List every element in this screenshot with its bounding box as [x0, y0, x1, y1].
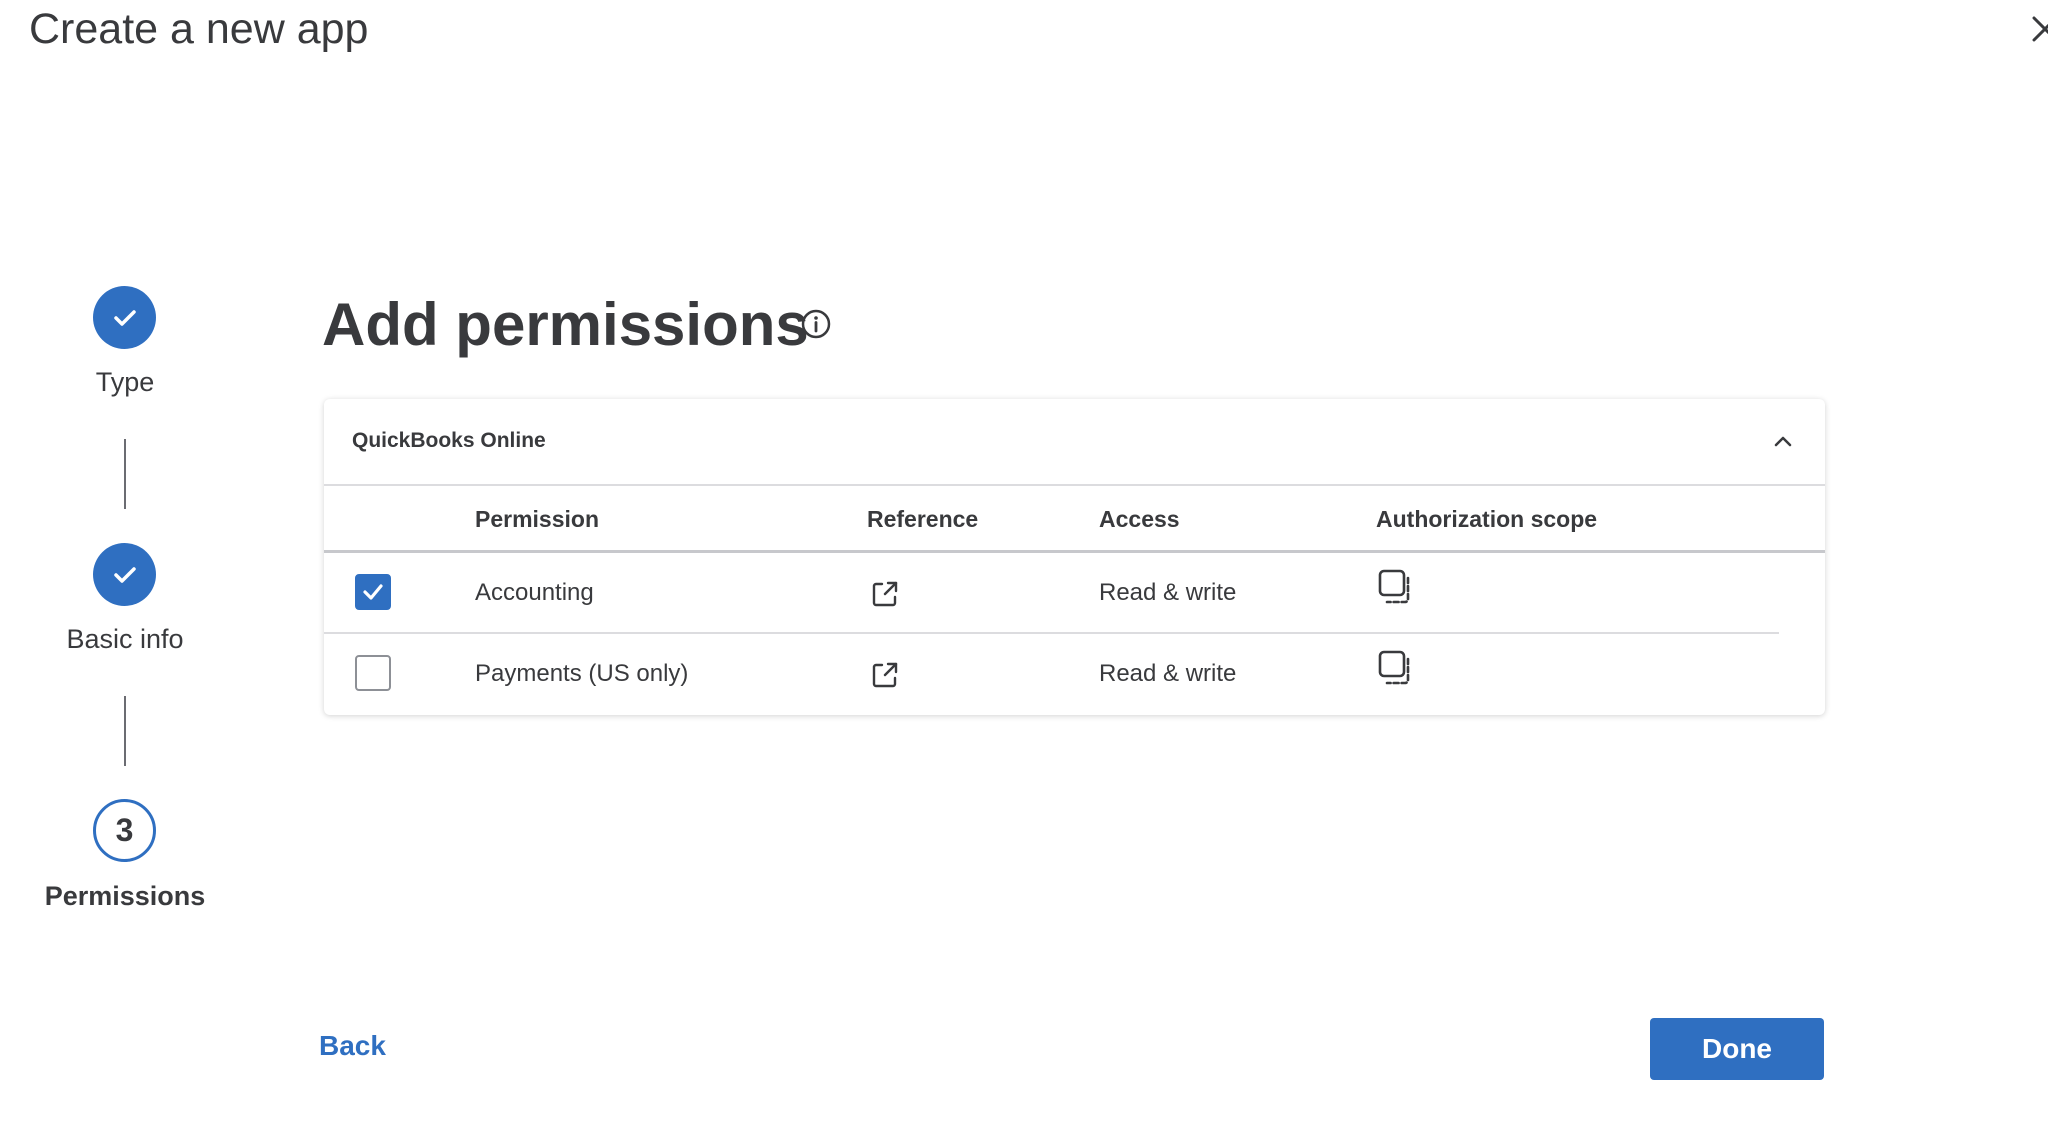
header-divider	[324, 550, 1825, 553]
permission-name: Accounting	[475, 579, 594, 606]
chevron-up-icon[interactable]	[1772, 430, 1794, 452]
step-type-indicator	[93, 286, 156, 349]
accordion-header[interactable]: QuickBooks Online	[324, 399, 1825, 486]
external-link-icon[interactable]	[870, 579, 900, 609]
access-level: Read & write	[1099, 660, 1237, 687]
checkmark-icon	[113, 566, 136, 583]
step-basic-info-label: Basic info	[66, 624, 184, 654]
column-header-scope: Authorization scope	[1376, 506, 1598, 532]
step-basic-info-indicator	[93, 543, 156, 606]
progress-stepper: Type Basic info 3 Permissions	[0, 0, 260, 1132]
column-header-reference: Reference	[867, 506, 979, 532]
column-header-access: Access	[1099, 506, 1180, 532]
checkmark-icon	[363, 584, 383, 600]
checkmark-icon	[113, 309, 136, 326]
step-connector	[124, 439, 126, 509]
step-permissions-indicator: 3	[93, 799, 156, 862]
access-level: Read & write	[1099, 579, 1237, 606]
copy-scope-icon[interactable]	[1377, 568, 1415, 606]
page-title: Add permissions	[322, 291, 809, 358]
permissions-card: QuickBooks Online Permission Reference A…	[324, 399, 1825, 715]
step-connector	[124, 696, 126, 766]
payments-checkbox[interactable]	[355, 655, 391, 691]
accounting-checkbox[interactable]	[355, 574, 391, 610]
external-link-icon[interactable]	[870, 660, 900, 690]
info-icon[interactable]	[800, 308, 832, 340]
step-permissions-label: Permissions	[44, 881, 206, 911]
close-icon[interactable]	[2030, 8, 2048, 52]
permission-name: Payments (US only)	[475, 660, 689, 687]
row-divider	[324, 632, 1779, 634]
done-button[interactable]: Done	[1650, 1018, 1824, 1080]
accordion-title: QuickBooks Online	[352, 429, 546, 452]
back-button[interactable]: Back	[319, 1030, 386, 1062]
copy-scope-icon[interactable]	[1377, 649, 1415, 687]
step-type-label: Type	[95, 367, 155, 397]
column-header-permission: Permission	[475, 506, 599, 532]
